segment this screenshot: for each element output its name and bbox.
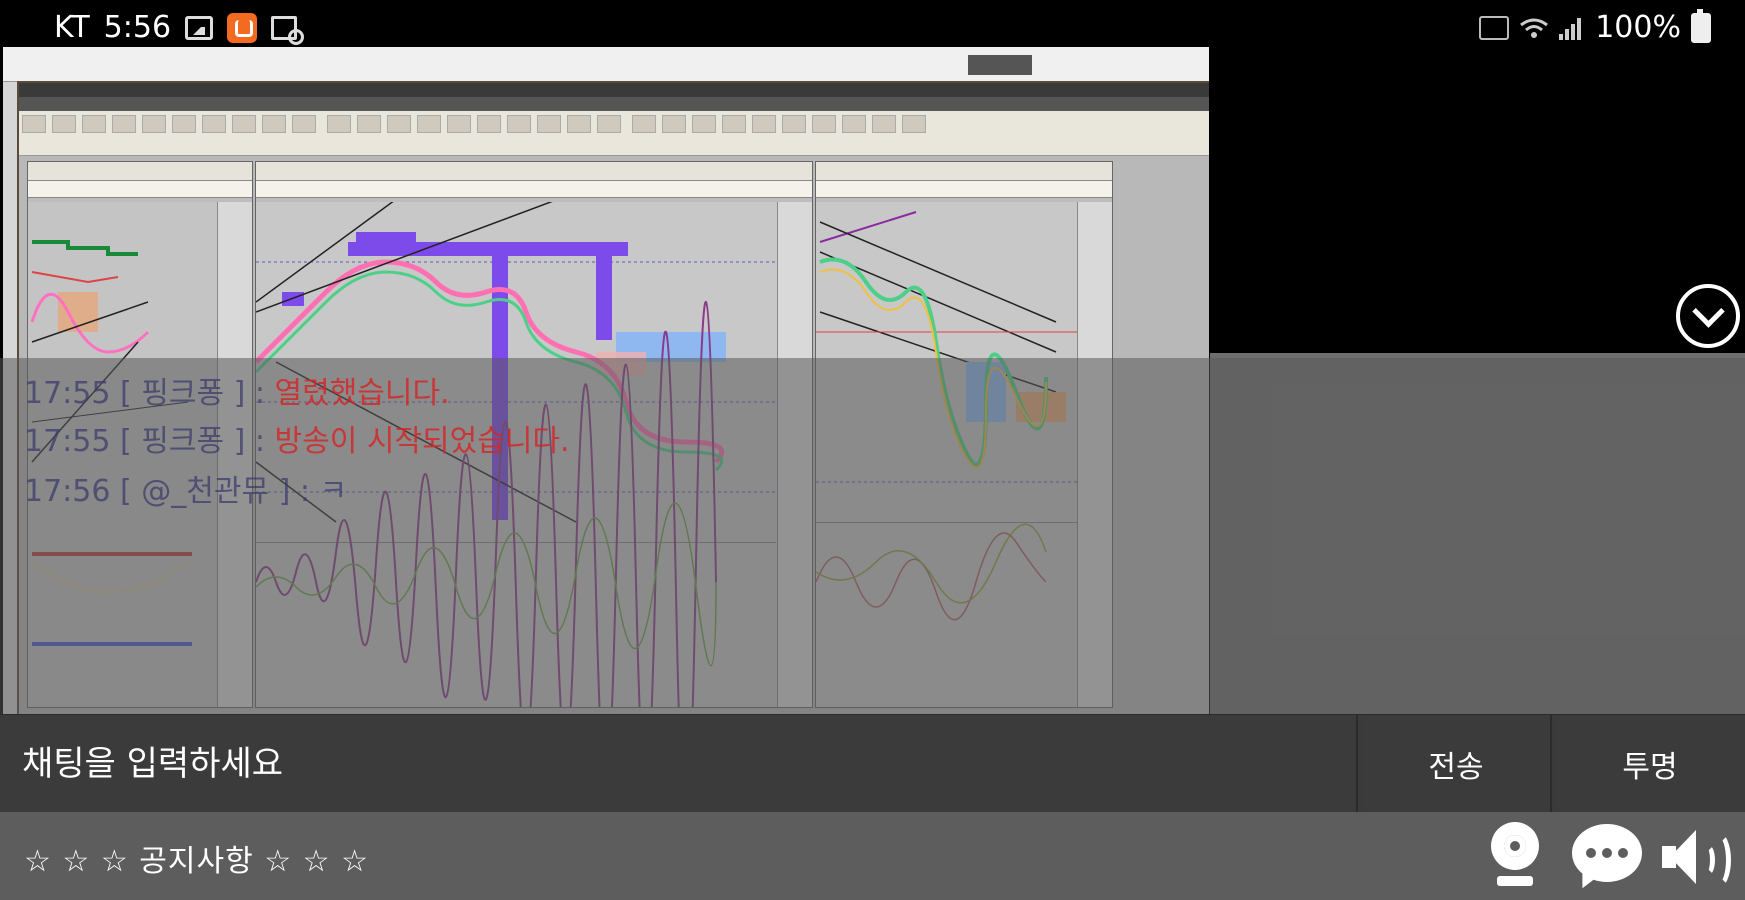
chat-message: 17:55 [ 핑크퐁 ] : 열렸했습니다. xyxy=(24,376,450,411)
clock-text: 5:56 xyxy=(103,10,172,45)
battery-percent: 100% xyxy=(1595,10,1681,45)
battery-icon xyxy=(1691,8,1711,43)
chat-input-bar: 전송 투명 xyxy=(0,714,1745,813)
carrier-text: KT xyxy=(54,10,90,45)
chat-message: 17:56 [ @_천관뮤 ] : ㅋ xyxy=(24,474,348,509)
stream-tab xyxy=(968,55,1032,75)
trading-app-titlebar xyxy=(19,83,1209,97)
webcam-icon[interactable] xyxy=(1487,822,1543,892)
trading-app-toolbar xyxy=(19,111,1209,156)
trading-app-menubar xyxy=(19,97,1209,111)
vibrate-icon xyxy=(1479,15,1510,40)
signal-icon xyxy=(1559,16,1585,40)
stream-window-topbar xyxy=(3,47,1209,82)
image-search-icon xyxy=(271,15,305,45)
notice-text[interactable]: ☆ ☆ ☆ 공지사항 ☆ ☆ ☆ xyxy=(24,836,369,880)
image-icon xyxy=(185,15,214,40)
chat-message: 17:55 [ 핑크퐁 ] : 방송이 시작되었습니다. xyxy=(24,424,570,459)
wifi-icon xyxy=(1520,18,1549,38)
app-icon xyxy=(227,12,258,43)
transparent-button[interactable]: 투명 xyxy=(1555,715,1745,813)
chat-input[interactable] xyxy=(0,715,1358,813)
notice-bar: ☆ ☆ ☆ 공지사항 ☆ ☆ ☆ xyxy=(0,812,1745,900)
chat-overlay: 17:55 [ 핑크퐁 ] : 열렸했습니다. 17:55 [ 핑크퐁 ] : … xyxy=(0,358,1745,714)
status-left: KT 5:56 xyxy=(54,10,305,45)
collapse-chevron-icon[interactable] xyxy=(1676,284,1740,348)
status-right: 100% xyxy=(1479,8,1711,45)
chat-bubble-icon[interactable] xyxy=(1572,824,1642,894)
speaker-icon[interactable] xyxy=(1660,826,1736,888)
send-button[interactable]: 전송 xyxy=(1362,715,1552,813)
